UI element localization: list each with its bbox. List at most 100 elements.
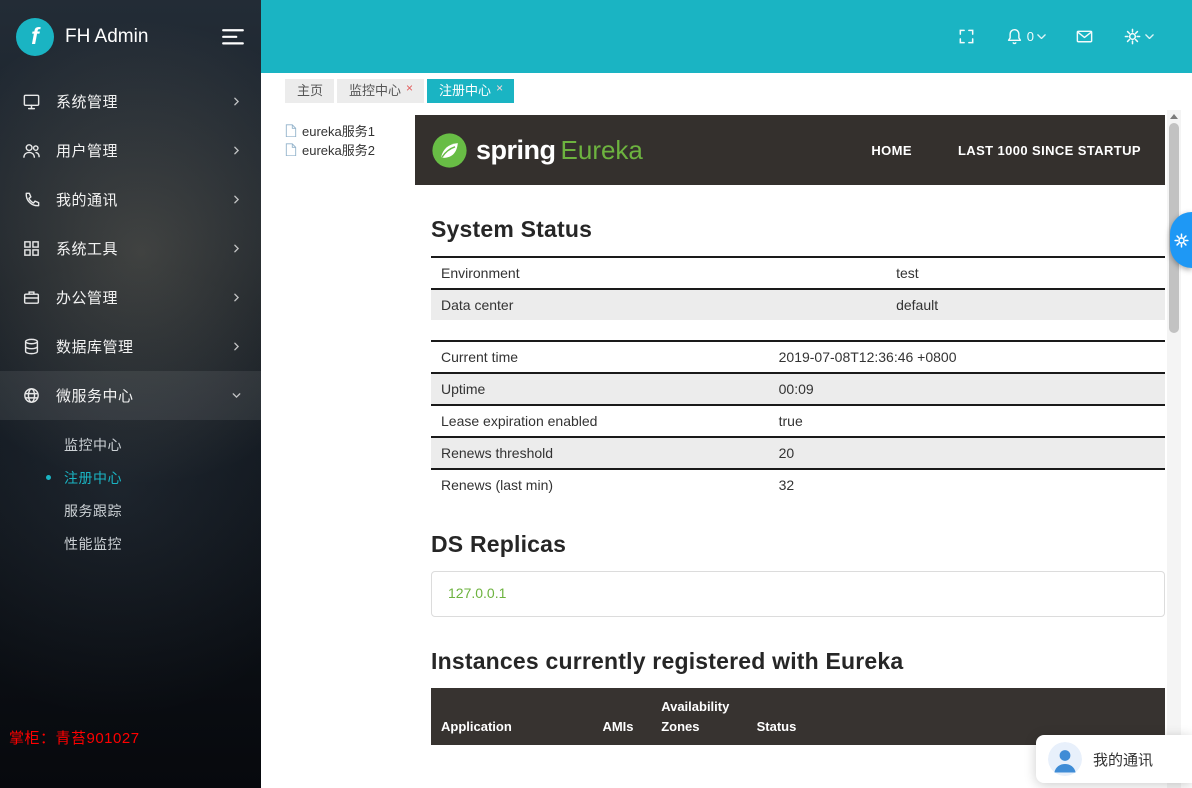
sidebar-subitem-service-trace[interactable]: 服务跟踪 <box>0 494 261 527</box>
sidebar-subitem-label: 监控中心 <box>64 435 122 455</box>
sidebar-submenu: 监控中心 注册中心 服务跟踪 性能监控 <box>0 420 261 566</box>
sidebar-subitem-label: 注册中心 <box>64 468 122 488</box>
table-row: Current time 2019-07-08T12:36:46 +0800 <box>431 341 1165 373</box>
tab-home[interactable]: 主页 <box>285 79 334 103</box>
sidebar-item-label: 我的通讯 <box>56 189 230 210</box>
tab-monitor-center[interactable]: 监控中心 × <box>337 79 424 103</box>
table-row: Renews (last min) 32 <box>431 469 1165 500</box>
sidebar-item-system-mgmt[interactable]: 系统管理 <box>0 77 261 126</box>
sidebar: f FH Admin 系统管理 用户管理 <box>0 0 261 788</box>
sidebar-subitem-monitor-center[interactable]: 监控中心 <box>0 428 261 461</box>
envelope-icon <box>1075 27 1094 46</box>
tab-registry-center[interactable]: 注册中心 × <box>427 79 514 103</box>
notifications-button[interactable]: 0 <box>1005 27 1046 46</box>
caret-down-icon <box>1037 34 1046 40</box>
sidebar-menu: 系统管理 用户管理 我的通讯 <box>0 77 261 566</box>
row-value: 20 <box>769 437 1165 469</box>
monitor-icon <box>22 92 41 111</box>
row-value: 2019-07-08T12:36:46 +0800 <box>769 341 1165 373</box>
scroll-up-icon[interactable] <box>1170 114 1178 119</box>
eureka-body: System Status Environment test Data cent… <box>415 216 1165 745</box>
phone-icon <box>22 190 41 209</box>
environment-table: Environment test Data center default <box>431 256 1165 320</box>
chevron-right-icon <box>230 95 243 108</box>
menu-fold-icon[interactable] <box>221 27 245 47</box>
service-tree: eureka服务1 eureka服务2 <box>285 115 415 159</box>
chat-widget-label: 我的通讯 <box>1093 749 1153 770</box>
fullscreen-button[interactable] <box>957 27 976 46</box>
replica-link[interactable]: 127.0.0.1 <box>448 585 506 601</box>
chevron-right-icon <box>230 193 243 206</box>
file-icon <box>285 143 297 157</box>
column-header-availability-zones: Availability Zones <box>651 688 746 745</box>
sidebar-item-microservice-center[interactable]: 微服务中心 <box>0 371 261 420</box>
row-label: Renews (last min) <box>431 469 769 500</box>
shopkeeper-footer-text: 掌柜：青苔901027 <box>9 727 140 748</box>
briefcase-icon <box>22 288 41 307</box>
sidebar-item-my-contacts[interactable]: 我的通讯 <box>0 175 261 224</box>
brand-logo: f <box>16 18 54 56</box>
brand-logo-letter: f <box>31 23 39 50</box>
tree-item-label: eureka服务2 <box>302 140 375 159</box>
row-label: Lease expiration enabled <box>431 405 769 437</box>
nav-home-link[interactable]: HOME <box>871 143 912 158</box>
row-label: Current time <box>431 341 769 373</box>
sidebar-item-label: 系统管理 <box>56 91 230 112</box>
row-value: test <box>886 257 1165 289</box>
sidebar-item-label: 数据库管理 <box>56 336 230 357</box>
sidebar-item-label: 办公管理 <box>56 287 230 308</box>
instances-heading: Instances currently registered with Eure… <box>431 648 1165 675</box>
chevron-right-icon <box>230 291 243 304</box>
sidebar-subitem-registry-center[interactable]: 注册中心 <box>0 461 261 494</box>
app-window: f FH Admin 系统管理 用户管理 <box>0 0 1192 788</box>
sidebar-item-database-mgmt[interactable]: 数据库管理 <box>0 322 261 371</box>
nav-last-1000-link[interactable]: LAST 1000 SINCE STARTUP <box>958 143 1141 158</box>
tree-item-label: eureka服务1 <box>302 121 375 140</box>
row-value: 32 <box>769 469 1165 500</box>
messages-button[interactable] <box>1075 27 1094 46</box>
table-row: Environment test <box>431 257 1165 289</box>
tab-label: 监控中心 <box>349 84 401 98</box>
close-icon[interactable]: × <box>496 81 503 95</box>
table-row: Renews threshold 20 <box>431 437 1165 469</box>
row-value: true <box>769 405 1165 437</box>
tab-label: 注册中心 <box>439 84 491 98</box>
avatar <box>1048 742 1082 776</box>
replica-box: 127.0.0.1 <box>431 571 1165 617</box>
fullscreen-icon <box>957 27 976 46</box>
tree-item-eureka-service-1[interactable]: eureka服务1 <box>285 121 415 140</box>
chevron-right-icon <box>230 144 243 157</box>
table-row: Data center default <box>431 289 1165 320</box>
chevron-right-icon <box>230 242 243 255</box>
row-value: default <box>886 289 1165 320</box>
topbar: 0 <box>261 0 1192 73</box>
spring-leaf-logo-icon <box>431 132 468 169</box>
table-row: Uptime 00:09 <box>431 373 1165 405</box>
file-icon <box>285 124 297 138</box>
settings-button[interactable] <box>1123 27 1154 46</box>
globe-icon <box>22 386 41 405</box>
chat-widget[interactable]: 我的通讯 <box>1036 735 1192 783</box>
tab-bar: 主页 监控中心 × 注册中心 × <box>261 73 1192 103</box>
sidebar-item-user-mgmt[interactable]: 用户管理 <box>0 126 261 175</box>
sidebar-brand-row: f FH Admin <box>0 0 261 73</box>
close-icon[interactable]: × <box>406 81 413 95</box>
sidebar-subitem-label: 服务跟踪 <box>64 501 122 521</box>
column-header-application: Application <box>431 688 592 745</box>
ds-replicas-heading: DS Replicas <box>431 531 1165 558</box>
spring-wordmark: spring <box>476 135 556 166</box>
brand-title: FH Admin <box>65 26 221 48</box>
tree-item-eureka-service-2[interactable]: eureka服务2 <box>285 140 415 159</box>
gear-icon <box>1123 27 1142 46</box>
eureka-header: spring Eureka HOME LAST 1000 SINCE START… <box>415 115 1165 185</box>
sidebar-item-system-tools[interactable]: 系统工具 <box>0 224 261 273</box>
row-value: 00:09 <box>769 373 1165 405</box>
runtime-status-table: Current time 2019-07-08T12:36:46 +0800 U… <box>431 340 1165 500</box>
vertical-scrollbar[interactable] <box>1167 110 1181 788</box>
sidebar-item-label: 微服务中心 <box>56 385 230 406</box>
notification-count: 0 <box>1027 29 1034 44</box>
sidebar-item-office-mgmt[interactable]: 办公管理 <box>0 273 261 322</box>
chevron-down-icon <box>230 389 243 402</box>
eureka-nav: HOME LAST 1000 SINCE STARTUP <box>871 143 1141 158</box>
sidebar-subitem-performance-monitor[interactable]: 性能监控 <box>0 527 261 560</box>
